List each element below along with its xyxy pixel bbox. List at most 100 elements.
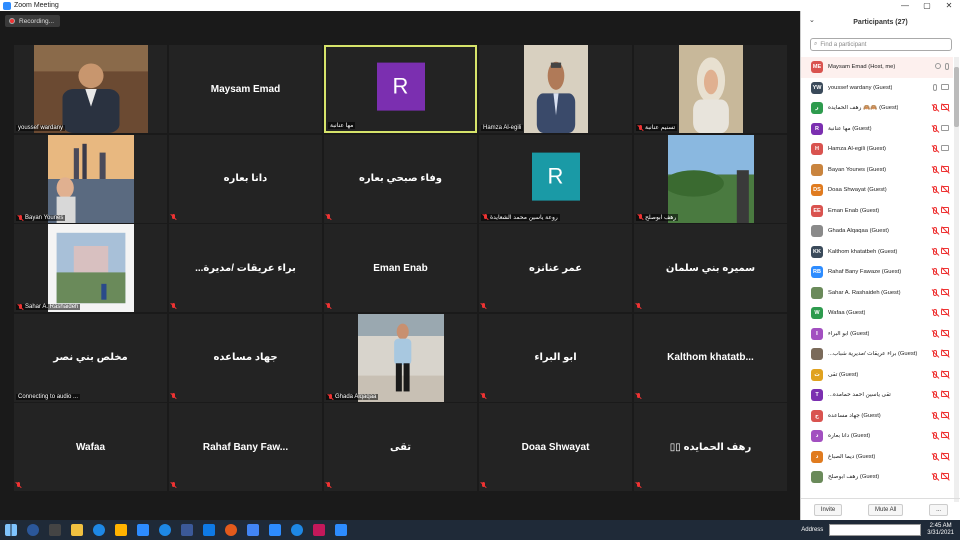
video-tile[interactable]: Rahaf Bany Faw... [169,403,322,491]
taskbar-app-icon[interactable] [137,524,149,536]
taskbar-app-icon[interactable] [93,524,105,536]
mute-all-button[interactable]: Mute All [867,503,904,516]
taskbar-app-icon[interactable] [225,524,237,536]
video-off-icon[interactable] [941,227,949,233]
muted-mic-icon[interactable] [933,124,937,132]
video-tile[interactable]: سميره بني سلمان [634,224,787,312]
video-off-icon[interactable] [941,370,949,377]
taskbar-app-icon[interactable] [71,524,83,536]
video-tile[interactable]: Maysam Emad [169,45,322,133]
video-off-icon[interactable] [941,104,949,110]
muted-mic-icon[interactable] [933,432,937,439]
maximize-button[interactable]: ▢ [916,0,938,11]
muted-mic-icon[interactable] [933,329,937,337]
video-tile[interactable]: youssef wardany [14,45,167,133]
video-off-icon[interactable] [941,309,949,315]
participant-row[interactable]: Ghada Alqaqaa (Guest) [801,221,953,242]
muted-mic-icon[interactable] [933,452,937,460]
mic-icon[interactable] [945,63,949,70]
taskbar-app-icon[interactable] [291,524,303,536]
video-off-icon[interactable] [941,432,949,438]
video-tile[interactable]: ...براء عريقات /مديرة [169,224,322,312]
participant-row[interactable]: W Wafaa (Guest) [801,303,953,324]
muted-mic-icon[interactable] [933,145,937,152]
participant-row[interactable]: رهف ابوصلح (Guest) [801,467,953,488]
video-tile[interactable]: تسنيم عنانبة [634,45,787,133]
participant-row[interactable]: RB Rahaf Bany Fawaze (Guest) [801,262,953,283]
taskbar-app-icon[interactable] [335,524,347,536]
participant-row[interactable]: ا ابو البراء (Guest) [801,324,953,345]
participant-row[interactable]: ر رهف الحمايده 🙈🙈 (Guest) [801,98,953,119]
participant-scrollbar[interactable] [954,57,959,502]
taskbar-app-icon[interactable] [269,524,281,536]
video-tile[interactable]: تقى [324,403,477,491]
clock[interactable]: 2:45 AM 3/31/2021 [927,523,954,537]
scrollbar-thumb[interactable] [954,67,959,127]
video-off-icon[interactable] [941,206,949,213]
video-tile[interactable]: R روعة ياسين محمد الشعايدة [479,134,632,223]
muted-mic-icon[interactable] [933,288,937,296]
more-button[interactable]: ... [929,503,949,516]
participant-row[interactable]: د ديما الصباغ (Guest) [801,447,953,468]
muted-mic-icon[interactable] [933,227,937,234]
video-off-icon[interactable] [941,165,949,172]
video-off-icon[interactable] [941,452,949,459]
taskbar-app-icon[interactable] [49,524,61,536]
mic-icon[interactable] [933,83,937,91]
video-tile[interactable]: Kalthom khatatb... [634,313,787,402]
participant-row[interactable]: ت تقى (Guest) [801,365,953,386]
video-off-icon[interactable] [941,329,949,336]
video-tile[interactable]: دانا بعاره [169,134,322,223]
muted-mic-icon[interactable] [933,391,937,398]
muted-mic-icon[interactable] [933,206,937,214]
muted-mic-icon[interactable] [933,370,937,378]
taskbar-app-icon[interactable] [313,524,325,536]
participant-row[interactable]: H Hamza Al-egili (Guest) [801,139,953,160]
video-off-icon[interactable] [941,391,949,397]
participant-row[interactable]: KK Kalthom khatatbeh (Guest) [801,242,953,263]
video-icon[interactable] [941,83,949,90]
chevron-down-icon[interactable]: ⌄ [809,16,815,24]
taskbar-app-icon[interactable] [203,524,215,536]
taskbar-app-icon[interactable] [247,524,259,536]
participant-row[interactable]: Sahar A. Rashaideh (Guest) [801,283,953,304]
taskbar-app-icon[interactable] [181,524,193,536]
participant-row[interactable]: ME Maysam Emad (Host, me) [801,57,953,78]
video-off-icon[interactable] [941,350,949,356]
participant-row[interactable]: YW youssef wardany (Guest) [801,78,953,99]
video-tile[interactable]: Wafaa [14,403,167,491]
video-tile[interactable]: Hamza Al-egili [479,45,632,133]
video-tile[interactable]: Ghada Alqaqaa [324,313,477,402]
participant-row[interactable]: د دانا بعاره (Guest) [801,426,953,447]
participant-row[interactable]: Bayan Younes (Guest) [801,160,953,181]
muted-mic-icon[interactable] [933,473,937,480]
muted-mic-icon[interactable] [933,309,937,316]
muted-mic-icon[interactable] [933,350,937,357]
taskbar-app-icon[interactable] [27,524,39,536]
video-tile[interactable]: Bayan Younes [14,134,167,223]
video-tile[interactable]: Doaa Shwayat [479,403,632,491]
video-tile[interactable]: R مها عنانبة [324,45,477,133]
participant-search[interactable]: ⌕ Find a participant [810,38,952,51]
video-tile[interactable]: ▯▯ رهف الحمايده [634,403,787,491]
muted-mic-icon[interactable] [933,186,937,193]
taskbar-app-icon[interactable] [115,524,127,536]
video-tile[interactable]: وفاء صبحي بعاره [324,134,477,223]
invite-button[interactable]: Invite [813,503,843,516]
video-tile[interactable]: رهف ابوصلح [634,134,787,223]
recording-indicator[interactable]: Recording... [5,15,61,27]
windows-start-icon[interactable] [5,524,17,536]
muted-mic-icon[interactable] [933,165,937,173]
muted-mic-icon[interactable] [933,268,937,275]
video-off-icon[interactable] [941,411,949,418]
muted-mic-icon[interactable] [933,411,937,419]
participant-row[interactable]: ...براء عريقات /مديرية شباب (Guest) [801,344,953,365]
video-icon[interactable] [941,145,949,151]
video-tile[interactable]: Sahar A. Rashaideh [14,224,167,312]
participant-row[interactable]: EE Eman Enab (Guest) [801,201,953,222]
video-tile[interactable]: مخلص بني نصر Connecting to audio ... [14,313,167,402]
participant-row[interactable]: R مها عنانبة (Guest) [801,119,953,140]
participant-row[interactable]: T ...تقى ياسين احمد حمامده [801,385,953,406]
video-tile[interactable]: جهاد مساعده [169,313,322,402]
video-tile[interactable]: ابو البراء [479,313,632,402]
